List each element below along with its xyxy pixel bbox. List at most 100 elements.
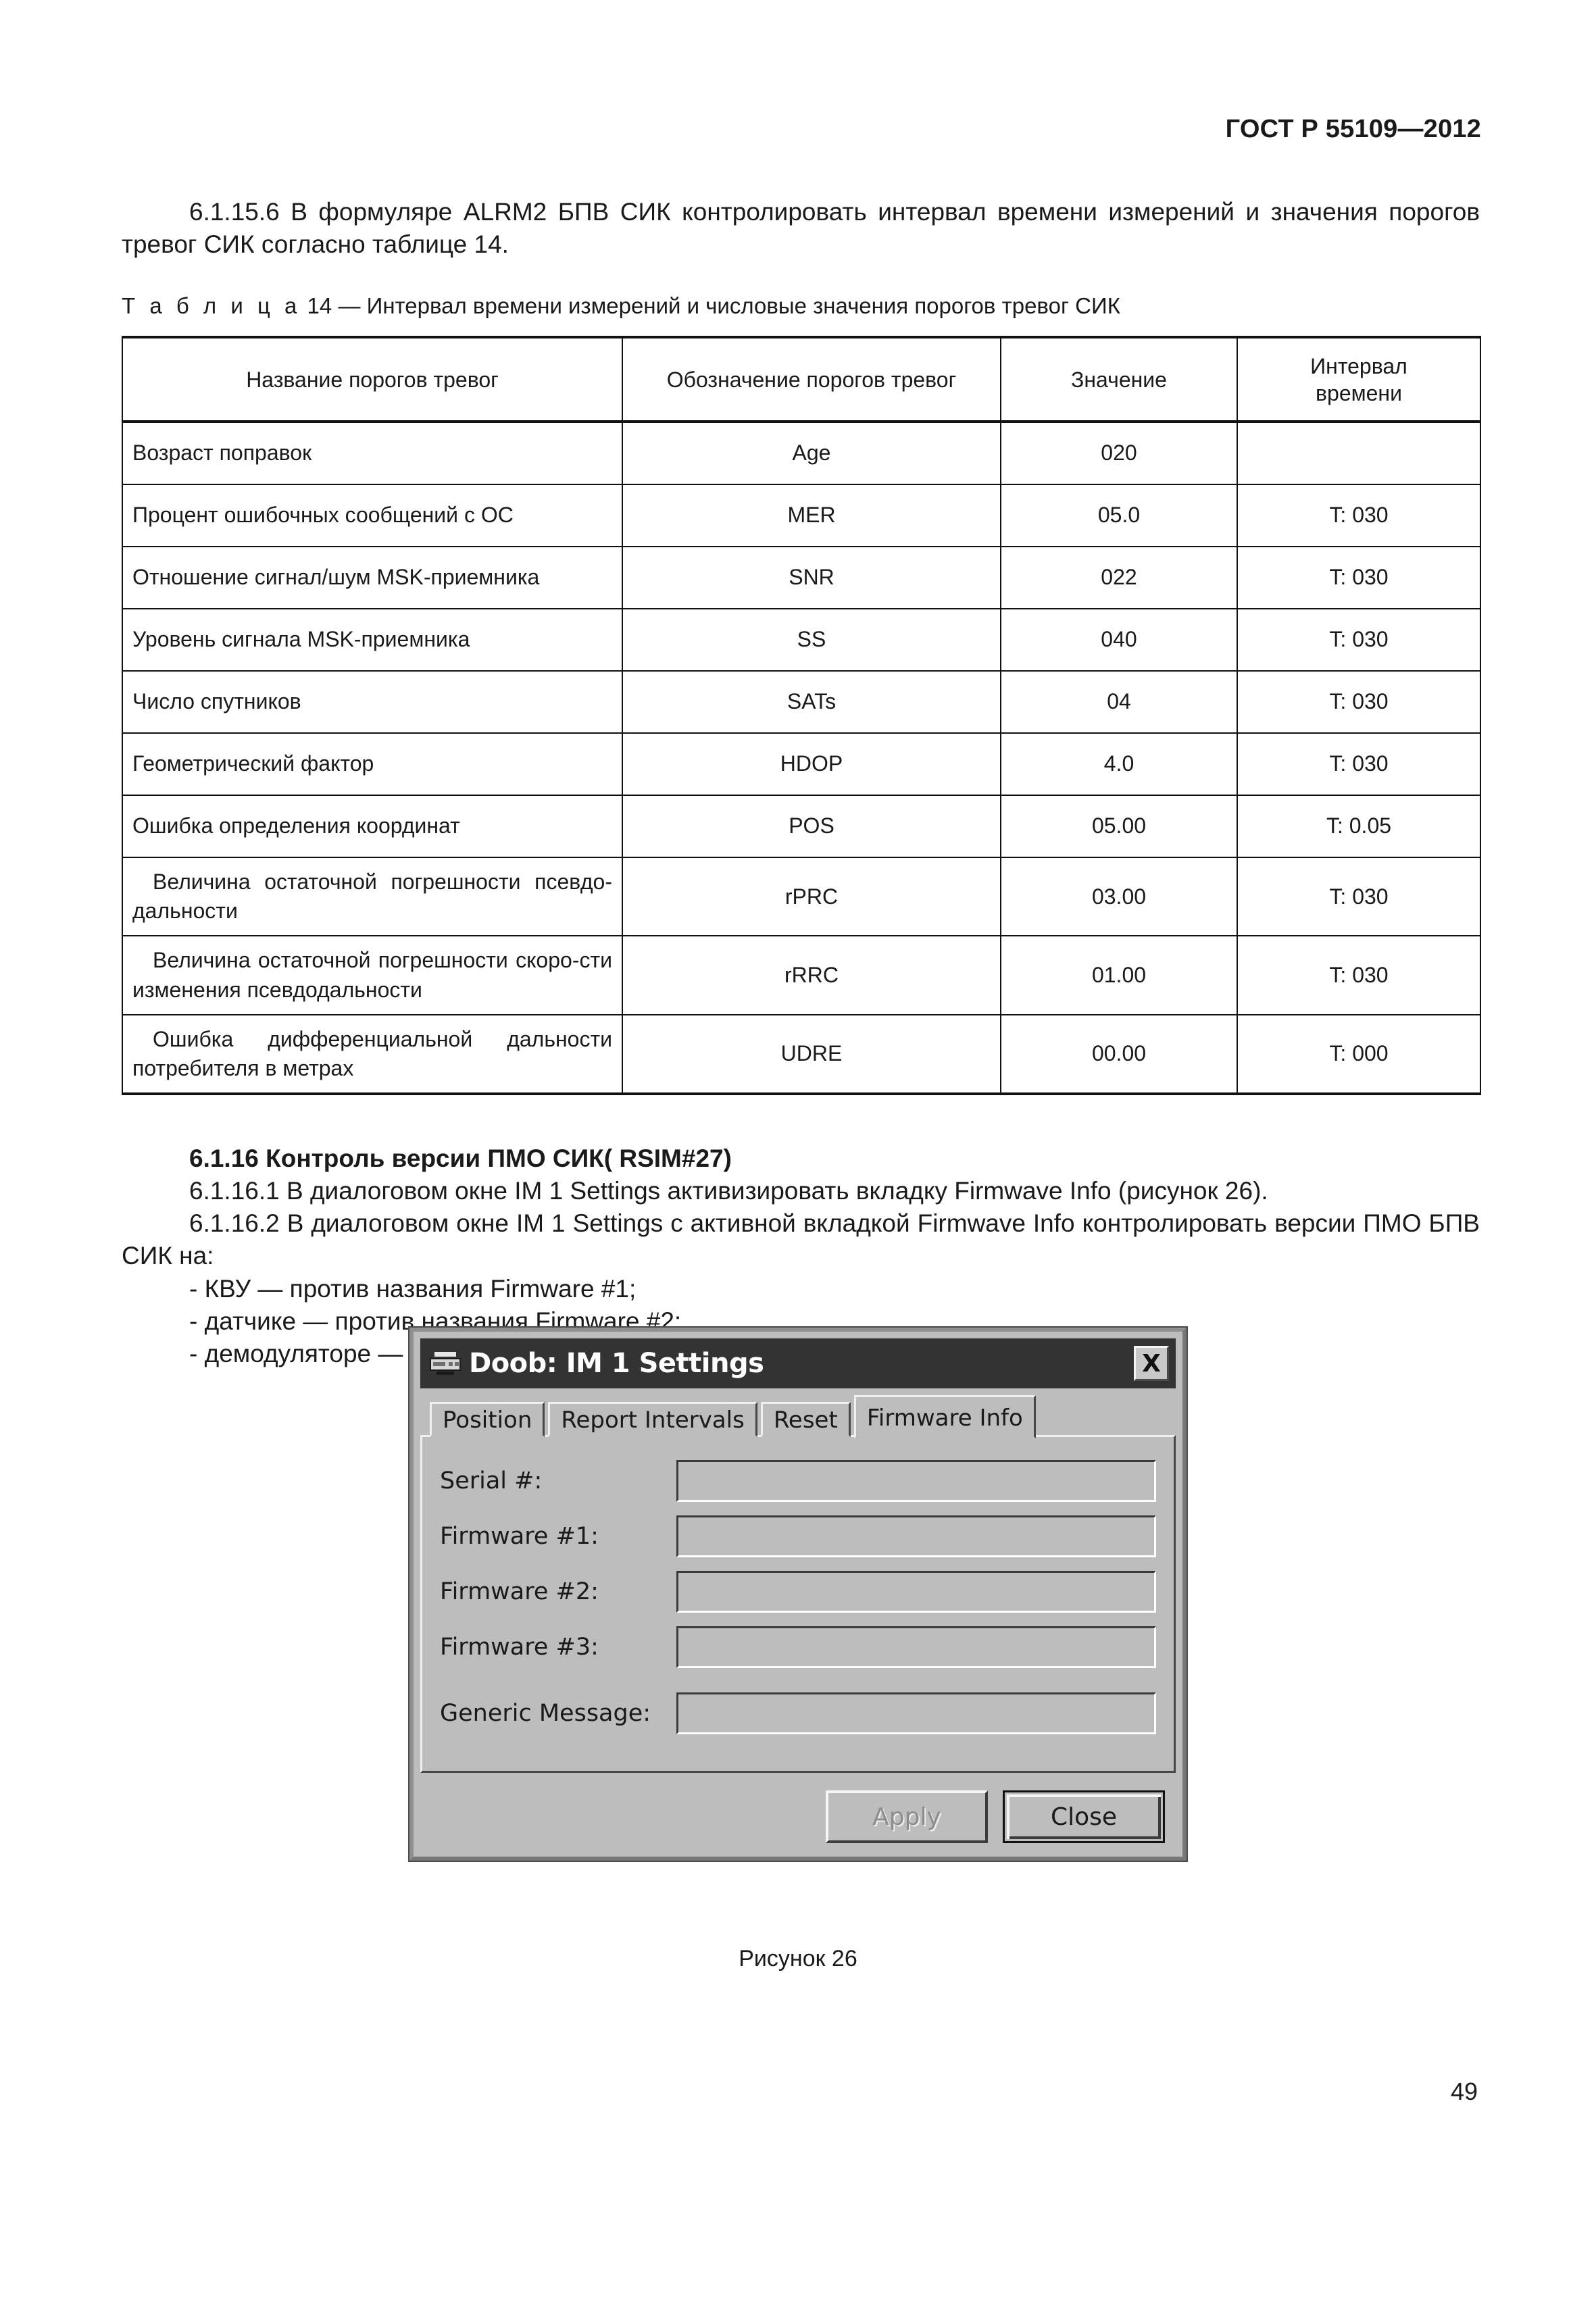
paragraph-6-1-16-1: 6.1.16.1 В диалоговом окне IM 1 Settings… xyxy=(189,1177,1268,1205)
table-caption-label: Т а б л и ц а xyxy=(122,293,301,319)
dialog-tabstrip: Position Report Intervals Reset Firmware… xyxy=(420,1395,1176,1438)
table-row: Ошибка определения координат POS 05.00 T… xyxy=(122,795,1481,859)
field-row-firmware3: Firmware #3: xyxy=(440,1626,1156,1668)
cell-code: SNR xyxy=(622,546,1001,610)
cell-name: Отношение сигнал/шум MSK-приемника xyxy=(122,546,623,610)
page-number: 49 xyxy=(1450,2078,1478,2105)
cell-value: 03.00 xyxy=(1000,857,1238,937)
cell-interval: T: 0.05 xyxy=(1237,795,1481,859)
generic-message-input[interactable] xyxy=(676,1692,1156,1734)
table-row: Величина остаточной погрешности псевдо-д… xyxy=(122,857,1481,937)
cell-name: Уровень сигнала MSK-приемника xyxy=(122,608,623,672)
firmware-2-input[interactable] xyxy=(676,1571,1156,1613)
cell-value: 05.00 xyxy=(1000,795,1238,859)
table-row: Уровень сигнала MSK-приемника SS 040 T: … xyxy=(122,608,1481,672)
cell-code: UDRE xyxy=(622,1013,1001,1096)
field-row-firmware1: Firmware #1: xyxy=(440,1515,1156,1557)
cell-code: MER xyxy=(622,484,1001,548)
close-icon[interactable]: X xyxy=(1134,1346,1169,1381)
tab-position[interactable]: Position xyxy=(430,1402,545,1437)
cell-name: Ошибка определения координат xyxy=(122,795,623,859)
cell-code: HDOP xyxy=(622,732,1001,797)
cell-interval: T: 030 xyxy=(1237,935,1481,1015)
figure-26: Doob: IM 1 Settings X Position Report In… xyxy=(0,1328,1596,1861)
cell-interval: T: 030 xyxy=(1237,732,1481,797)
table-row: Величина остаточной погрешности скоро-ст… xyxy=(122,935,1481,1015)
firmware-3-input[interactable] xyxy=(676,1626,1156,1668)
column-header-interval-line2: времени xyxy=(1316,380,1402,405)
table-caption-number: 14 xyxy=(307,293,332,319)
cell-interval xyxy=(1237,421,1481,486)
close-button[interactable]: Close xyxy=(1003,1790,1165,1843)
cell-interval: T: 030 xyxy=(1237,546,1481,610)
cell-value: 04 xyxy=(1000,670,1238,734)
cell-code: rPRC xyxy=(622,857,1001,937)
serial-number-input[interactable] xyxy=(676,1460,1156,1502)
cell-name: Ошибка дифференциальной дальности потреб… xyxy=(122,1013,623,1096)
cell-value: 01.00 xyxy=(1000,935,1238,1015)
cell-name: Величина остаточной погрешности скоро-ст… xyxy=(122,935,623,1015)
cell-value: 4.0 xyxy=(1000,732,1238,797)
page-content: 6.1.15.6 В формуляре ALRM2 БПВ СИК контр… xyxy=(122,196,1481,1370)
cell-name: Величина остаточной погрешности псевдо-д… xyxy=(122,857,623,937)
im1-settings-dialog: Doob: IM 1 Settings X Position Report In… xyxy=(409,1328,1187,1861)
firmware-3-label: Firmware #3: xyxy=(440,1634,599,1661)
cell-name: Число спутников xyxy=(122,670,623,734)
table-row: Отношение сигнал/шум MSK-приемника SNR 0… xyxy=(122,546,1481,610)
cell-interval: T: 030 xyxy=(1237,670,1481,734)
cell-interval: T: 030 xyxy=(1237,608,1481,672)
column-header-interval: Интервал времени xyxy=(1237,336,1481,424)
table-header-row: Название порогов тревог Обозначение поро… xyxy=(122,336,1481,424)
cell-name: Возраст поправок xyxy=(122,421,623,486)
cell-code: SS xyxy=(622,608,1001,672)
column-header-interval-line1: Интервал xyxy=(1310,353,1407,378)
document-page: ГОСТ Р 55109—2012 6.1.15.6 В формуляре A… xyxy=(0,0,1596,2314)
field-row-serial: Serial #: xyxy=(440,1460,1156,1502)
cell-code: Age xyxy=(622,421,1001,486)
field-row-firmware2: Firmware #2: xyxy=(440,1571,1156,1613)
table-caption-text: — Интервал времени измерений и числовые … xyxy=(338,293,1120,319)
cell-interval: T: 030 xyxy=(1237,484,1481,548)
column-header-code: Обозначение порогов тревог xyxy=(622,336,1001,424)
tab-reset[interactable]: Reset xyxy=(760,1402,851,1437)
cell-interval: T: 000 xyxy=(1237,1013,1481,1096)
device-icon xyxy=(430,1352,461,1375)
generic-message-label: Generic Message: xyxy=(440,1700,651,1727)
cell-value: 05.0 xyxy=(1000,484,1238,548)
cell-interval: T: 030 xyxy=(1237,857,1481,937)
cell-value: 040 xyxy=(1000,608,1238,672)
alarm-thresholds-table: Название порогов тревог Обозначение поро… xyxy=(122,336,1481,1096)
figure-caption: Рисунок 26 xyxy=(739,1946,857,1971)
table-caption: Т а б л и ц а 14 — Интервал времени изме… xyxy=(122,292,1480,321)
firmware-1-label: Firmware #1: xyxy=(440,1523,599,1550)
cell-value: 00.00 xyxy=(1000,1013,1238,1096)
dialog-button-bar: Apply Close xyxy=(420,1773,1176,1850)
table-row: Ошибка дифференциальной дальности потреб… xyxy=(122,1013,1481,1096)
cell-code: rRRC xyxy=(622,935,1001,1015)
firmware-1-input[interactable] xyxy=(676,1515,1156,1557)
tab-report-intervals[interactable]: Report Intervals xyxy=(548,1402,757,1437)
firmware-info-panel: Serial #: Firmware #1: Firmware #2: Firm… xyxy=(420,1435,1176,1773)
serial-number-label: Serial #: xyxy=(440,1467,543,1494)
cell-name: Процент ошибочных сообщений с ОС xyxy=(122,484,623,548)
document-standard-header: ГОСТ Р 55109—2012 xyxy=(1225,115,1481,143)
dialog-titlebar[interactable]: Doob: IM 1 Settings X xyxy=(420,1338,1176,1388)
table-row: Геометрический фактор HDOP 4.0 T: 030 xyxy=(122,732,1481,797)
table-row: Число спутников SATs 04 T: 030 xyxy=(122,670,1481,734)
intro-paragraph: 6.1.15.6 В формуляре ALRM2 БПВ СИК контр… xyxy=(122,198,1480,259)
section-heading: 6.1.16 Контроль версии ПМО СИК( RSIM#27) xyxy=(189,1145,732,1173)
cell-value: 020 xyxy=(1000,421,1238,486)
firmware-2-label: Firmware #2: xyxy=(440,1578,599,1605)
column-header-name: Название порогов тревог xyxy=(122,336,623,424)
tab-firmware-info[interactable]: Firmware Info xyxy=(853,1395,1036,1438)
dialog-title: Doob: IM 1 Settings xyxy=(469,1348,764,1379)
apply-button[interactable]: Apply xyxy=(826,1790,988,1843)
cell-code: SATs xyxy=(622,670,1001,734)
table-row: Процент ошибочных сообщений с ОС MER 05.… xyxy=(122,484,1481,548)
cell-code: POS xyxy=(622,795,1001,859)
cell-name: Геометрический фактор xyxy=(122,732,623,797)
cell-value: 022 xyxy=(1000,546,1238,610)
column-header-value: Значение xyxy=(1000,336,1238,424)
paragraph-6-1-16-2: 6.1.16.2 В диалоговом окне IM 1 Settings… xyxy=(122,1209,1480,1270)
field-row-generic-message: Generic Message: xyxy=(440,1692,1156,1734)
